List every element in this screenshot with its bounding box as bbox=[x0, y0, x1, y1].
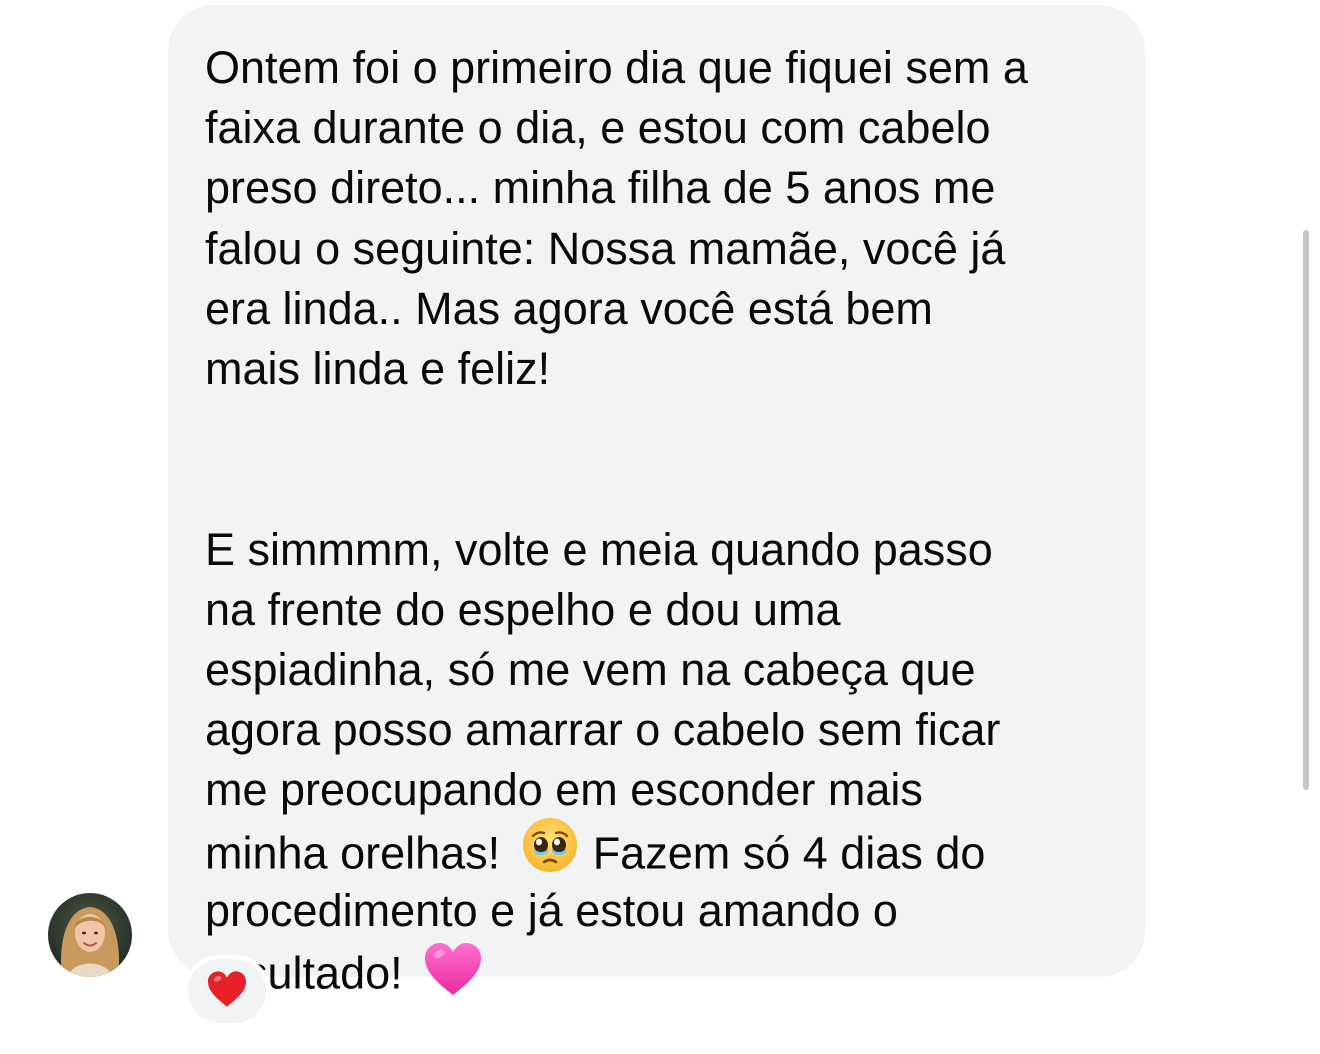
scrollbar[interactable] bbox=[1300, 230, 1312, 790]
paragraph-break bbox=[205, 459, 1125, 519]
message-line: preso direto... minha filha de 5 anos me bbox=[205, 162, 996, 214]
message-line: mais linda e feliz! bbox=[205, 342, 551, 394]
sender-avatar[interactable] bbox=[48, 893, 132, 977]
message-text: Ontem foi o primeiro dia que fiquei sem … bbox=[205, 38, 1125, 1001]
message-line: procedimento e já estou amando o bbox=[205, 884, 898, 936]
paragraph-break bbox=[205, 399, 1125, 459]
message-line: minha orelhas! Fazem só 4 dias do bbox=[205, 818, 1125, 880]
message-line: agora posso amarrar o cabelo sem ficar bbox=[205, 704, 1001, 756]
message-line: era linda.. Mas agora você está bem bbox=[205, 282, 933, 334]
scrollbar-thumb[interactable] bbox=[1303, 230, 1309, 790]
pleading-face-icon bbox=[521, 816, 579, 889]
message-line: na frente do espelho e dou uma bbox=[205, 583, 841, 635]
chat-area: Ontem foi o primeiro dia que fiquei sem … bbox=[0, 0, 1320, 1054]
message-line: E simmmm, volte e meia quando passo bbox=[205, 523, 993, 575]
avatar-photo bbox=[48, 893, 132, 977]
message-fragment: minha orelhas! bbox=[205, 827, 501, 879]
message-line: me preocupando em esconder mais bbox=[205, 764, 923, 816]
message-line: faixa durante o dia, e estou com cabelo bbox=[205, 102, 991, 154]
pink-heart-icon bbox=[423, 941, 483, 1012]
message-line: espiadinha, só me vem na cabeça que bbox=[205, 643, 976, 695]
red-heart-icon bbox=[206, 970, 248, 1013]
message-line: resultado! bbox=[205, 941, 1125, 1001]
reaction-badge[interactable] bbox=[184, 955, 270, 1027]
message-fragment: Fazem só 4 dias do bbox=[592, 827, 986, 879]
message-line: Ontem foi o primeiro dia que fiquei sem … bbox=[205, 42, 1028, 93]
message-line: falou o seguinte: Nossa mamãe, você já bbox=[205, 222, 1006, 274]
